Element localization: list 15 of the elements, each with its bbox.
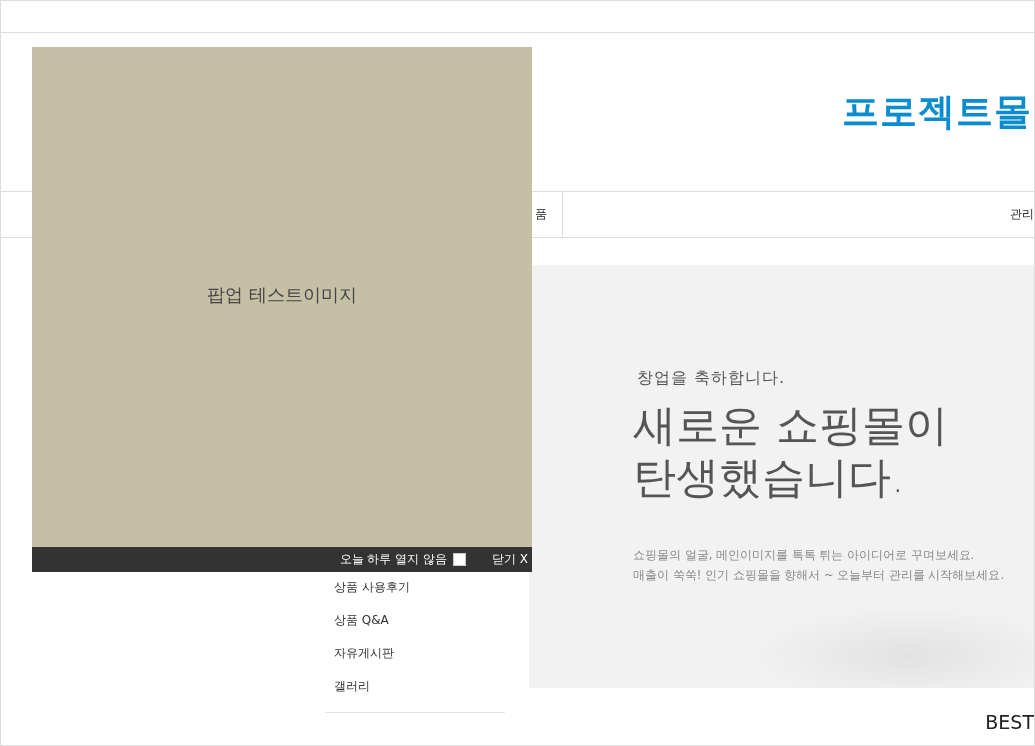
nav-link[interactable]: 관리: [1010, 206, 1034, 223]
site-logo[interactable]: 프로젝트몰: [842, 87, 1032, 137]
nav-link[interactable]: 품: [535, 206, 547, 223]
board-link[interactable]: 갤러리: [334, 677, 529, 710]
banner-kicker: 창업을 축하합니다.: [637, 368, 787, 389]
board-link[interactable]: 상품 사용후기: [334, 578, 529, 611]
board-link[interactable]: 자유게시판: [334, 644, 529, 677]
banner-description: 쇼핑몰의 얼굴, 메인이미지를 톡톡 튀는 아이디어로 꾸며보세요. 매출이 쑥쑥! 인기 쇼핑몰을 향해서 ~ 오늘부터 관리를 시작해보세요.: [633, 547, 1006, 584]
board-link[interactable]: 상품 Q&A: [334, 611, 529, 644]
dont-show-label: 오늘 하루 열지 않음: [339, 551, 447, 568]
banner-headline: 새로운 쇼핑몰이 탄생했습니다.: [633, 399, 949, 503]
popup-image-text: 팝업 테스트이미지: [207, 283, 357, 307]
dont-show-checkbox[interactable]: [452, 553, 466, 566]
close-button[interactable]: 닫기 X: [491, 551, 528, 568]
section-title: BEST: [984, 711, 1034, 733]
